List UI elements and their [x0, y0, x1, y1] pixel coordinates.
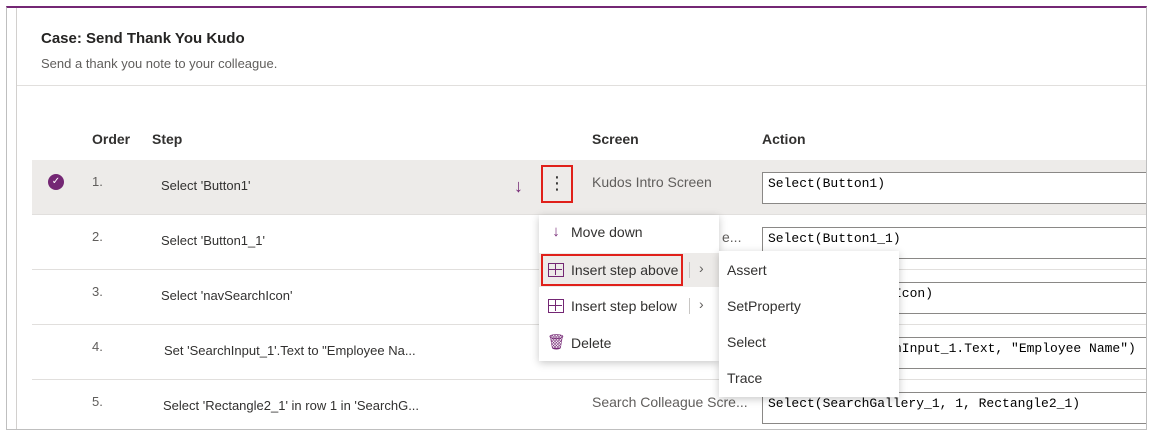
- submenu-item-label: Select: [727, 334, 766, 350]
- column-header-action: Action: [762, 131, 806, 147]
- menu-item-insert-step-above[interactable]: Insert step above ›: [539, 253, 719, 287]
- menu-item-insert-step-below[interactable]: Insert step below ›: [539, 289, 719, 323]
- row-step[interactable]: Select 'Rectangle2_1' in row 1 in 'Searc…: [163, 398, 419, 413]
- step-row-5[interactable]: 5. Select 'Rectangle2_1' in row 1 in 'Se…: [32, 380, 1146, 429]
- check-circle-icon[interactable]: ✓: [48, 174, 64, 190]
- row-step[interactable]: Set 'SearchInput_1'.Text to "Employee Na…: [164, 343, 416, 358]
- menu-item-label: Insert step below: [571, 298, 677, 314]
- row-step[interactable]: Select 'navSearchIcon': [161, 288, 292, 303]
- trash-icon: 🗑: [547, 334, 567, 351]
- column-header-step: Step: [152, 131, 183, 147]
- menu-item-move-down[interactable]: ↓ Move down: [539, 215, 719, 249]
- row-screen: e...: [722, 229, 742, 245]
- insert-step-submenu: Assert SetProperty Select Trace: [719, 251, 899, 397]
- row-order: 2.: [92, 229, 103, 244]
- row-order: 5.: [92, 394, 103, 409]
- chevron-right-icon: ›: [699, 260, 704, 276]
- submenu-item-label: Assert: [727, 262, 767, 278]
- insert-grid-icon: [547, 261, 565, 279]
- arrow-down-icon: ↓: [552, 223, 560, 240]
- menu-item-label: Insert step above: [571, 262, 679, 278]
- insert-grid-icon: [547, 297, 565, 315]
- case-description: Send a thank you note to your colleague.: [41, 56, 278, 71]
- column-header-order: Order: [92, 131, 131, 147]
- chevron-right-icon: ›: [699, 296, 704, 312]
- column-header-screen: Screen: [592, 131, 639, 147]
- row-order: 3.: [92, 284, 103, 299]
- submenu-item-trace[interactable]: Trace: [719, 360, 899, 396]
- submenu-item-label: Trace: [727, 370, 763, 386]
- submenu-item-label: SetProperty: [727, 298, 801, 314]
- menu-item-label: Delete: [571, 335, 612, 351]
- row-order: 4.: [92, 339, 103, 354]
- submenu-item-setproperty[interactable]: SetProperty: [719, 288, 899, 324]
- menu-separator: [689, 262, 690, 278]
- submenu-item-select[interactable]: Select: [719, 324, 899, 360]
- row-order: 1.: [92, 174, 103, 189]
- more-vertical-icon[interactable]: ⋮: [541, 165, 573, 203]
- submenu-item-assert[interactable]: Assert: [719, 252, 899, 288]
- menu-item-label: Move down: [571, 224, 643, 240]
- case-title: Case: Send Thank You Kudo: [41, 30, 245, 47]
- menu-separator: [689, 298, 690, 314]
- row-step[interactable]: Select 'Button1_1': [161, 233, 265, 248]
- action-input[interactable]: Select(Button1): [762, 172, 1146, 204]
- row-screen: Kudos Intro Screen: [592, 174, 712, 190]
- arrow-down-icon[interactable]: ↓: [514, 176, 523, 197]
- step-row-1[interactable]: ✓ 1. Select 'Button1' ↓ ⋮ Kudos Intro Sc…: [32, 160, 1146, 215]
- row-step[interactable]: Select 'Button1': [161, 178, 251, 193]
- step-context-menu: ↓ Move down Insert step above › Insert s…: [539, 215, 719, 361]
- header-divider: [17, 85, 1146, 86]
- menu-item-delete[interactable]: 🗑 Delete: [539, 326, 719, 360]
